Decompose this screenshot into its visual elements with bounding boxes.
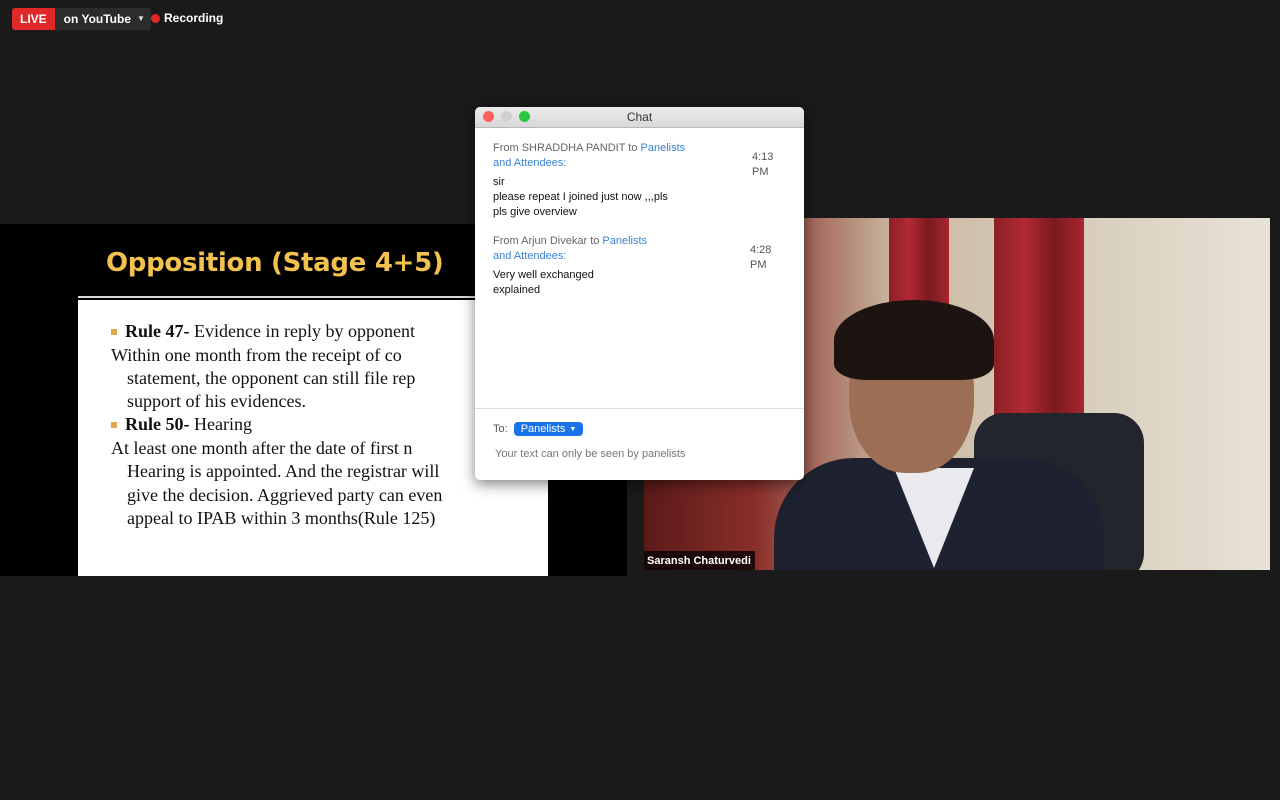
chat-title: Chat [626,110,653,124]
message-line: explained [493,284,541,296]
message-recipient: Panelists [602,235,648,247]
recipient-label: Panelists [520,423,566,435]
message-text: sir please repeat I joined just now ,,,p… [493,175,788,220]
message-recipient: and Attendees: [493,250,567,262]
participant-hair [834,300,994,380]
chat-message: From Arjun Divekar to Panelists and Atte… [493,234,788,298]
message-line: pls give overview [493,206,577,218]
chevron-down-icon: ▼ [137,14,145,23]
slide-text: At least one month after the date of fir… [111,438,413,458]
participant-name-tag: Saransh Chaturvedi [644,551,755,570]
chat-titlebar[interactable]: Chat [475,107,804,128]
close-window-icon[interactable] [483,111,494,122]
recipient-row: To: Panelists ▼ [493,422,584,436]
slide-rule-heading: Rule 50- [125,414,190,434]
bullet-square-icon [111,421,117,428]
stream-target-dropdown[interactable]: on YouTube ▼ [54,8,151,30]
slide-text: appeal to IPAB within 3 months(Rule 125) [127,508,436,528]
to-label: To: [493,423,508,435]
message-time: 4:28 PM [750,244,772,271]
chevron-down-icon: ▼ [569,425,577,433]
message-line: please repeat I joined just now ,,,pls [493,191,668,203]
slide-text: statement, the opponent can still file r… [127,368,416,388]
slide-bullet: Rule 50- Hearing [111,413,252,436]
chat-divider [475,408,804,409]
maximize-window-icon[interactable] [519,111,530,122]
slide-text: Evidence in reply by opponent [189,321,415,341]
chat-window[interactable]: Chat From SHRADDHA PANDIT to Panelists a… [475,107,804,480]
minimize-window-icon[interactable] [501,111,512,122]
message-line: Very well exchanged [493,269,594,281]
live-stream-badge[interactable]: LIVE on YouTube ▼ [12,8,151,30]
chat-input-hint[interactable]: Your text can only be seen by panelists [495,448,685,460]
message-line: sir [493,176,505,188]
record-dot-icon [151,13,160,23]
bullet-square-icon [111,328,117,335]
chat-message: From SHRADDHA PANDIT to Panelists and At… [493,141,788,220]
message-sender: From Arjun Divekar to [493,235,603,247]
recording-indicator: Recording [151,11,223,25]
message-recipient: Panelists [640,142,686,154]
slide-title: Opposition (Stage 4+5) [106,248,444,278]
message-text: Very well exchanged explained [493,268,788,298]
recording-label: Recording [164,11,224,25]
slide-text: give the decision. Aggrieved party can e… [127,485,443,505]
message-recipient: and Attendees: [493,157,567,169]
slide-rule-heading: Rule 47- [125,321,190,341]
message-time: 4:13 PM [752,151,774,178]
recipient-dropdown[interactable]: Panelists ▼ [513,422,584,436]
slide-text: Hearing is appointed. And the registrar … [127,461,440,481]
slide-text: Within one month from the receipt of co [111,345,402,365]
stream-target-label: on YouTube [63,12,131,26]
slide-bullet: Rule 47- Evidence in reply by opponent [111,320,415,343]
message-sender: From SHRADDHA PANDIT to [493,142,641,154]
slide-text: support of his evidences. [127,391,306,411]
slide-text: Hearing [189,414,252,434]
live-label: LIVE [12,8,55,30]
